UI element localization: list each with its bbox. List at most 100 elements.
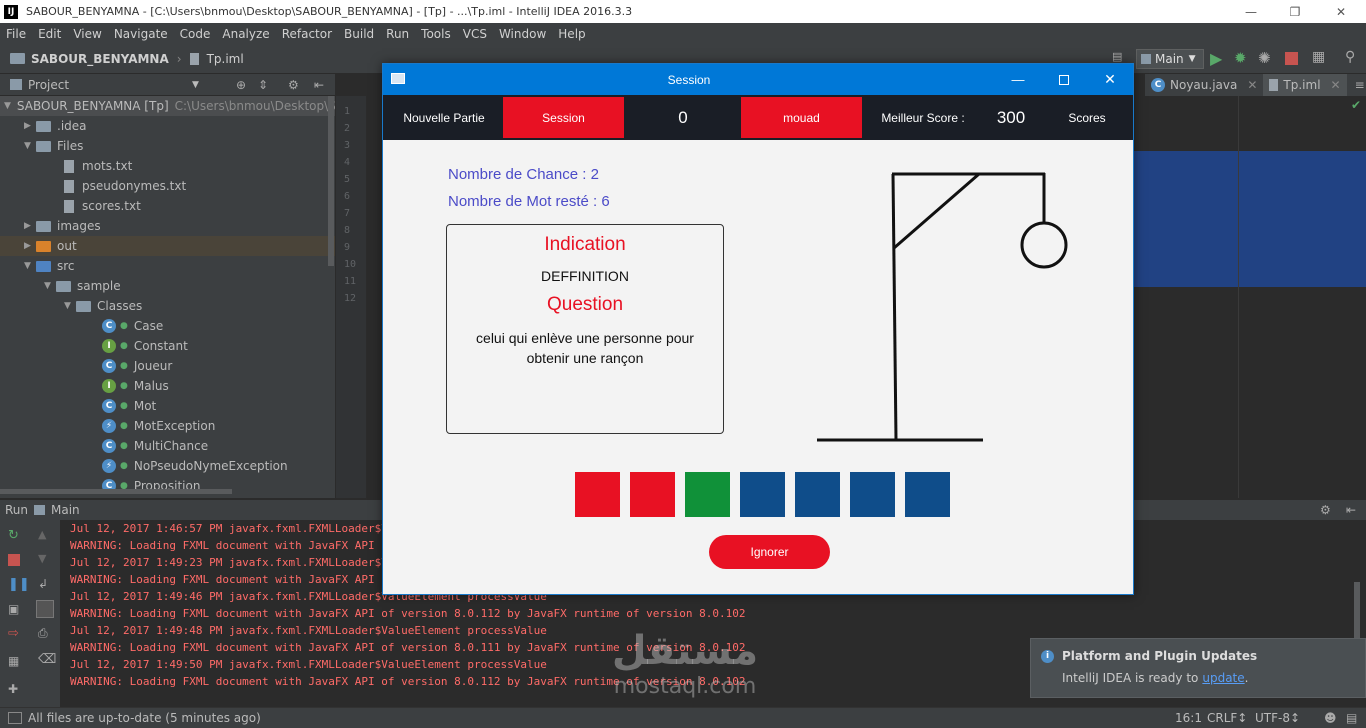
close-tab-icon[interactable]: ✕ xyxy=(1247,78,1257,92)
hide-panel-icon[interactable]: ⇤ xyxy=(1346,503,1356,517)
session-button[interactable]: Session xyxy=(503,97,624,138)
event-log-icon[interactable]: ▤ xyxy=(1346,711,1357,725)
run-icon[interactable]: ▶ xyxy=(1210,49,1222,68)
menu-analyze[interactable]: Analyze xyxy=(216,27,275,41)
dialog-maximize-icon[interactable] xyxy=(1041,64,1087,95)
menu-help[interactable]: Help xyxy=(552,27,591,41)
tree-item-mot[interactable]: C ● Mot xyxy=(0,396,335,416)
close-tab-icon[interactable]: ✕ xyxy=(1331,78,1341,92)
tree-item-case[interactable]: C ● Case xyxy=(0,316,335,336)
project-structure-icon[interactable]: ▦ xyxy=(1312,49,1325,65)
gallows-brace xyxy=(893,172,980,250)
letter-box[interactable] xyxy=(685,472,730,517)
collapse-all-icon[interactable]: ⇕ xyxy=(258,78,268,92)
tree-item-label: SABOUR_BENYAMNA [Tp] xyxy=(16,99,169,113)
letter-box[interactable] xyxy=(850,472,895,517)
tab-noyau-java[interactable]: C Noyau.java ✕ xyxy=(1145,74,1263,96)
arrow-down-icon[interactable]: ▼ xyxy=(38,552,46,565)
tree-vertical-scrollbar[interactable] xyxy=(328,96,334,266)
scroll-to-end-icon[interactable] xyxy=(36,600,54,618)
tree-item-mots[interactable]: mots.txt xyxy=(0,156,335,176)
search-icon[interactable]: ⚲ xyxy=(1345,49,1355,65)
update-notification[interactable]: i Platform and Plugin Updates IntelliJ I… xyxy=(1030,638,1366,698)
tree-item-images[interactable]: ▶ images xyxy=(0,216,335,236)
class-icon: C xyxy=(102,439,116,453)
tree-item-motexception[interactable]: ⚡ ● MotException xyxy=(0,416,335,436)
breadcrumb-project[interactable]: SABOUR_BENYAMNA xyxy=(31,52,169,66)
tree-item-scores[interactable]: scores.txt xyxy=(0,196,335,216)
gear-icon[interactable]: ⚙ xyxy=(1320,503,1331,517)
nouvelle-partie-button[interactable]: Nouvelle Partie xyxy=(395,95,493,140)
pause-icon[interactable]: ❚❚ xyxy=(8,577,30,592)
tree-item-sample[interactable]: ▼ sample xyxy=(0,276,335,296)
letter-box[interactable] xyxy=(905,472,950,517)
menu-navigate[interactable]: Navigate xyxy=(108,27,174,41)
scores-button[interactable]: Scores xyxy=(1055,95,1119,140)
player-name-button[interactable]: mouad xyxy=(741,97,862,138)
coverage-icon[interactable]: ✺ xyxy=(1258,49,1271,67)
menu-run[interactable]: Run xyxy=(380,27,415,41)
letter-box[interactable] xyxy=(740,472,785,517)
stop-icon[interactable] xyxy=(8,554,20,566)
tree-item-pseudonymes[interactable]: pseudonymes.txt xyxy=(0,176,335,196)
tool-windows-icon[interactable] xyxy=(8,712,22,724)
menu-file[interactable]: File xyxy=(0,27,32,41)
tree-item-nopseudonymeexception[interactable]: ⚡ ● NoPseudoNymeException xyxy=(0,456,335,476)
tab-list-icon[interactable]: ≡ xyxy=(1355,74,1365,96)
tree-item-src[interactable]: ▼ src xyxy=(0,256,335,276)
menu-build[interactable]: Build xyxy=(338,27,380,41)
update-link[interactable]: update xyxy=(1202,671,1244,685)
soft-wrap-icon[interactable]: ↲ xyxy=(38,577,48,591)
hide-panel-icon[interactable]: ⇤ xyxy=(314,78,324,92)
stop-icon[interactable] xyxy=(1285,52,1298,65)
print-icon[interactable]: ⎙ xyxy=(38,626,48,641)
ignore-button[interactable]: Ignorer xyxy=(709,535,830,569)
menu-vcs[interactable]: VCS xyxy=(457,27,493,41)
arrow-up-icon[interactable]: ▲ xyxy=(38,528,46,541)
rerun-icon[interactable]: ↻ xyxy=(8,528,19,543)
project-view-dropdown-icon[interactable]: ▼ xyxy=(192,80,199,90)
restore-icon[interactable]: ❐ xyxy=(1272,0,1318,23)
tree-item-files[interactable]: ▼ Files xyxy=(0,136,335,156)
dialog-close-icon[interactable]: ✕ xyxy=(1087,64,1133,95)
tree-horizontal-scrollbar[interactable] xyxy=(0,489,232,494)
pin-icon[interactable]: ✚ xyxy=(8,682,18,696)
menu-edit[interactable]: Edit xyxy=(32,27,67,41)
debug-icon[interactable]: ✹ xyxy=(1234,49,1247,67)
caret-position[interactable]: 16:1 xyxy=(1175,711,1202,725)
tree-item-multichance[interactable]: C ● MultiChance xyxy=(0,436,335,456)
menu-code[interactable]: Code xyxy=(174,27,217,41)
tree-item-malus[interactable]: I ● Malus xyxy=(0,376,335,396)
letter-box[interactable] xyxy=(795,472,840,517)
breadcrumb-file[interactable]: Tp.iml xyxy=(207,52,244,66)
project-panel-title[interactable]: Project xyxy=(28,78,69,92)
camera-icon[interactable]: ▣ xyxy=(8,602,19,616)
run-panel-label[interactable]: Run xyxy=(5,503,28,517)
menu-refactor[interactable]: Refactor xyxy=(276,27,338,41)
minimize-icon[interactable]: — xyxy=(1228,0,1274,23)
tree-item-classes[interactable]: ▼ Classes xyxy=(0,296,335,316)
locate-icon[interactable]: ⊕ xyxy=(236,78,246,92)
gear-icon[interactable]: ⚙ xyxy=(288,78,299,92)
tree-item-idea[interactable]: ▶ .idea xyxy=(0,116,335,136)
layout-icon[interactable]: ▦ xyxy=(8,654,19,668)
dialog-minimize-icon[interactable]: — xyxy=(995,64,1041,95)
line-separator[interactable]: CRLF↕ xyxy=(1207,711,1247,725)
exit-icon[interactable]: ⇨ xyxy=(8,626,19,641)
file-encoding[interactable]: UTF-8↕ xyxy=(1255,711,1300,725)
letter-box[interactable] xyxy=(575,472,620,517)
menu-tools[interactable]: Tools xyxy=(415,27,457,41)
tree-item-joueur[interactable]: C ● Joueur xyxy=(0,356,335,376)
run-panel-config[interactable]: Main xyxy=(51,503,80,517)
run-config-select[interactable]: Main ▼ xyxy=(1136,49,1204,69)
close-icon[interactable]: ✕ xyxy=(1318,0,1364,23)
letter-box[interactable] xyxy=(630,472,675,517)
tree-item-constant[interactable]: I ● Constant xyxy=(0,336,335,356)
tree-item-out[interactable]: ▶ out xyxy=(0,236,335,256)
trash-icon[interactable]: ⌫ xyxy=(38,652,56,667)
menu-window[interactable]: Window xyxy=(493,27,552,41)
inspector-icon[interactable]: ☻ xyxy=(1324,711,1337,725)
tree-item-project-root[interactable]: ▼ SABOUR_BENYAMNA [Tp] C:\Users\bnmou\De… xyxy=(0,96,335,116)
tab-tp-iml[interactable]: Tp.iml ✕ xyxy=(1263,74,1347,96)
menu-view[interactable]: View xyxy=(67,27,107,41)
